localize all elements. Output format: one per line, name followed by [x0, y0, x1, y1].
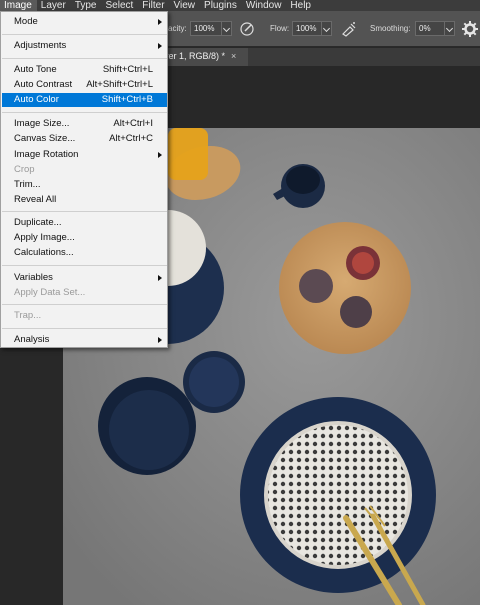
submenu-arrow-icon: [158, 19, 162, 25]
menu-image[interactable]: Image: [0, 0, 37, 11]
menu-item-auto-contrast[interactable]: Auto Contrast Alt+Shift+Ctrl+L: [2, 78, 167, 92]
menu-item-duplicate[interactable]: Duplicate...: [2, 216, 167, 230]
smoothing-field[interactable]: 0%: [415, 21, 445, 36]
smoothing-label: Smoothing:: [370, 24, 411, 33]
opacity-label: acity:: [168, 24, 187, 33]
menu-item-canvas-size[interactable]: Canvas Size... Alt+Ctrl+C: [2, 132, 167, 146]
menu-item-calculations[interactable]: Calculations...: [2, 246, 167, 260]
menu-filter[interactable]: Filter: [138, 0, 169, 11]
opacity-dropdown[interactable]: [221, 21, 232, 36]
submenu-arrow-icon: [158, 152, 162, 158]
menu-item-adjustments[interactable]: Adjustments: [2, 39, 167, 53]
submenu-arrow-icon: [158, 337, 162, 343]
document-tab-label: yer 1, RGB/8) *: [164, 51, 226, 61]
menu-separator: [2, 112, 167, 113]
menu-window[interactable]: Window: [242, 0, 287, 11]
menu-type[interactable]: Type: [71, 0, 102, 11]
submenu-arrow-icon: [158, 275, 162, 281]
opacity-field[interactable]: 100%: [190, 21, 222, 36]
close-tab-icon[interactable]: ×: [231, 51, 236, 61]
menu-view[interactable]: View: [170, 0, 201, 11]
flow-dropdown[interactable]: [321, 21, 332, 36]
airbrush-icon[interactable]: [340, 20, 358, 38]
menu-plugins[interactable]: Plugins: [200, 0, 242, 11]
menu-item-image-rotation[interactable]: Image Rotation: [2, 148, 167, 162]
menu-item-analysis[interactable]: Analysis: [2, 333, 167, 347]
menu-help[interactable]: Help: [286, 0, 316, 11]
document-tab[interactable]: yer 1, RGB/8) * ×: [160, 48, 248, 66]
menu-separator: [2, 211, 167, 212]
flow-label: Flow:: [270, 24, 290, 33]
menu-item-apply-image[interactable]: Apply Image...: [2, 231, 167, 245]
menu-item-trim[interactable]: Trim...: [2, 178, 167, 192]
menu-separator: [2, 304, 167, 305]
submenu-arrow-icon: [158, 43, 162, 49]
menu-separator: [2, 328, 167, 329]
menu-item-image-size[interactable]: Image Size... Alt+Ctrl+I: [2, 117, 167, 131]
menu-bar: Image Layer Type Select Filter View Plug…: [0, 0, 480, 11]
menu-item-auto-tone[interactable]: Auto Tone Shift+Ctrl+L: [2, 63, 167, 77]
pressure-icon[interactable]: [238, 20, 256, 38]
smoothing-dropdown[interactable]: [444, 21, 455, 36]
menu-layer[interactable]: Layer: [37, 0, 71, 11]
image-menu: Mode Adjustments Auto Tone Shift+Ctrl+L A…: [0, 11, 168, 348]
menu-item-apply-data-set: Apply Data Set...: [14, 287, 86, 298]
menu-item-reveal-all[interactable]: Reveal All: [2, 193, 167, 207]
menu-separator: [2, 265, 167, 266]
menu-item-auto-color[interactable]: Auto Color Shift+Ctrl+B: [2, 93, 167, 107]
settings-gear-icon[interactable]: [461, 20, 479, 38]
menu-item-trap: Trap...: [14, 310, 42, 321]
flow-field[interactable]: 100%: [292, 21, 322, 36]
menu-item-crop: Crop: [14, 164, 35, 175]
menu-separator: [2, 58, 167, 59]
menu-select[interactable]: Select: [102, 0, 139, 11]
menu-item-mode[interactable]: Mode: [2, 15, 167, 29]
menu-item-variables[interactable]: Variables: [2, 271, 167, 285]
menu-separator: [2, 34, 167, 35]
